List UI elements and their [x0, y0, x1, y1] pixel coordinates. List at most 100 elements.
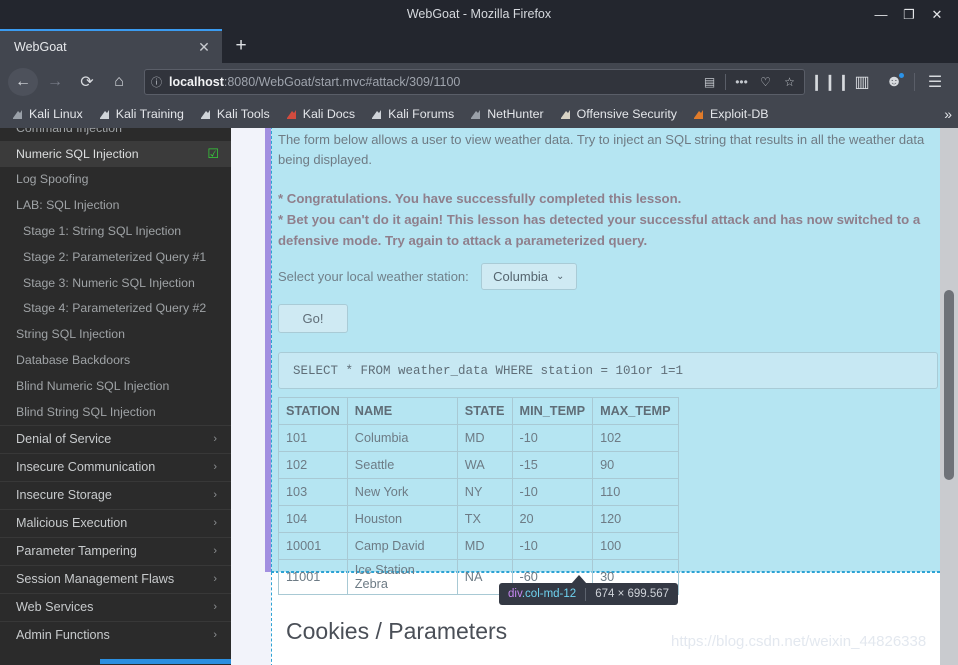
reload-icon[interactable]: ⟳: [72, 68, 102, 96]
sidebar-category-admin-functions[interactable]: Admin Functions ›: [0, 620, 231, 649]
chevron-right-icon: ›: [213, 545, 217, 558]
sidebar-category-denial-of-service[interactable]: Denial of Service ›: [0, 424, 231, 453]
page-vertical-scrollbar[interactable]: [940, 128, 958, 665]
sidebar-category-parameter-tampering[interactable]: Parameter Tampering ›: [0, 536, 231, 565]
minimize-icon[interactable]: —: [874, 8, 888, 21]
account-badge-dot: [899, 72, 904, 78]
table-row: 103 New York NY -10 110: [278, 478, 679, 506]
sidebar-category-label: Insecure Communication: [16, 460, 156, 475]
address-bar[interactable]: ⓘ localhost:8080/WebGoat/start.mvc#attac…: [144, 68, 805, 95]
bookmark-kali-training[interactable]: Kali Training: [91, 105, 191, 123]
sidebar-category-label: Denial of Service: [16, 432, 112, 447]
bookmark-kali-tools[interactable]: Kali Tools: [192, 105, 277, 123]
sidebar-lesson-blind-numeric-sql-injection[interactable]: Blind Numeric SQL Injection: [0, 373, 231, 399]
station-select-value: Columbia: [493, 269, 549, 284]
table-row: 102 Seattle WA -15 90: [278, 451, 679, 479]
sidebar-lesson-stage-3-numeric-sql-injection[interactable]: Stage 3: Numeric SQL Injection: [0, 270, 231, 296]
sidebar-category-insecure-storage[interactable]: Insecure Storage ›: [0, 480, 231, 509]
page-scroll-thumb[interactable]: [944, 290, 954, 480]
bookmark-nethunter[interactable]: NetHunter: [462, 105, 550, 123]
sidebar-lesson-label: Blind String SQL Injection: [16, 404, 156, 419]
tab-title: WebGoat: [14, 40, 67, 54]
bookmark-label: Kali Training: [115, 107, 184, 121]
window-titlebar: WebGoat - Mozilla Firefox — ❐ ✕: [0, 0, 958, 28]
bookmark-offensive-security[interactable]: Offensive Security: [552, 105, 684, 123]
sidebar-lesson-database-backdoors[interactable]: Database Backdoors: [0, 347, 231, 373]
bookmarks-overflow-icon[interactable]: »: [944, 106, 952, 122]
tooltip-tag: div: [508, 588, 522, 600]
bookmark-kali-linux[interactable]: Kali Linux: [4, 105, 90, 123]
bookmark-label: NetHunter: [487, 107, 544, 121]
table-row: 101 Columbia MD -10 102: [278, 424, 679, 452]
navigation-toolbar: ← → ⟳ ⌂ ⓘ localhost:8080/WebGoat/start.m…: [0, 63, 958, 100]
close-icon[interactable]: ✕: [930, 8, 944, 21]
tab-close-icon[interactable]: ✕: [196, 40, 212, 54]
library-icon[interactable]: ❙❙❙: [810, 68, 850, 96]
sidebar-lesson-lab-sql-injection[interactable]: LAB: SQL Injection: [0, 192, 231, 218]
table-cell-max_temp: 110: [592, 478, 679, 506]
back-icon[interactable]: ←: [8, 67, 38, 96]
sidebar-lesson-numeric-sql-injection[interactable]: Numeric SQL Injection ☑: [0, 140, 231, 167]
reader-mode-icon[interactable]: ▤: [701, 75, 718, 89]
home-icon[interactable]: ⌂: [104, 68, 134, 96]
sidebar-lesson-stage-2-parameterized-query-1[interactable]: Stage 2: Parameterized Query #1: [0, 244, 231, 270]
table-header-max_temp: MAX_TEMP: [592, 397, 679, 425]
sidebar-category-insecure-communication[interactable]: Insecure Communication ›: [0, 452, 231, 481]
sidebar-lesson-label: Log Spoofing: [16, 172, 89, 187]
bookmark-label: Kali Forums: [388, 107, 455, 121]
table-row: 10001 Camp David MD -10 100: [278, 532, 679, 560]
table-cell-max_temp: 90: [592, 451, 679, 479]
tab-webgoat[interactable]: WebGoat ✕: [0, 29, 222, 63]
browser-viewport: Command Injection Numeric SQL Injection ☑ L…: [0, 128, 958, 665]
maximize-icon[interactable]: ❐: [902, 8, 916, 21]
sidebar-lesson-stage-1-string-sql-injection[interactable]: Stage 1: String SQL Injection: [0, 218, 231, 244]
bookmark-star-icon[interactable]: ☆: [781, 75, 798, 89]
table-cell-name: Columbia: [346, 424, 458, 452]
table-cell-station: 11001: [278, 559, 348, 595]
table-cell-min_temp: 20: [511, 505, 594, 533]
table-header-station: STATION: [278, 397, 348, 425]
sidebar-category-session-management-flaws[interactable]: Session Management Flaws ›: [0, 564, 231, 593]
url-path: :8080/WebGoat/start.mvc#attack/309/1100: [223, 74, 461, 89]
table-cell-state: NY: [456, 478, 513, 506]
bookmark-exploit-db[interactable]: Exploit-DB: [685, 105, 776, 123]
bookmarks-toolbar: Kali Linux Kali Training Kali Tools Kali Do…: [0, 100, 958, 128]
app-menu-icon[interactable]: ☰: [920, 68, 950, 96]
lesson-sidebar[interactable]: Command Injection Numeric SQL Injection ☑ L…: [0, 128, 231, 665]
sidebar-lesson-log-spoofing[interactable]: Log Spoofing: [0, 167, 231, 193]
bookmark-label: Kali Tools: [216, 107, 270, 121]
station-select[interactable]: Columbia ⌄: [480, 263, 577, 290]
new-tab-button[interactable]: +: [222, 29, 260, 63]
sidebar-lesson-string-sql-injection[interactable]: String SQL Injection: [0, 321, 231, 347]
sidebar-lesson-stage-4-parameterized-query-2[interactable]: Stage 4: Parameterized Query #2: [0, 296, 231, 322]
go-button[interactable]: Go!: [278, 304, 348, 333]
sidebar-category-label: Web Services: [16, 600, 94, 615]
toolbar-divider: [914, 72, 915, 91]
account-icon[interactable]: ☻: [879, 68, 909, 96]
tab-strip: WebGoat ✕ +: [0, 28, 958, 63]
sidebar-lesson-command-injection[interactable]: Command Injection: [0, 128, 231, 141]
bookmark-kali-forums[interactable]: Kali Forums: [363, 105, 461, 123]
table-cell-station: 10001: [278, 532, 348, 560]
sidebar-horizontal-scrollbar[interactable]: [0, 658, 270, 665]
chevron-right-icon: ›: [213, 489, 217, 502]
site-info-icon[interactable]: ⓘ: [151, 74, 162, 90]
sql-query-display: SELECT * FROM weather_data WHERE station…: [278, 352, 938, 389]
bookmark-kali-docs[interactable]: Kali Docs: [278, 105, 362, 123]
watermark-text: https://blog.csdn.net/weixin_44826338: [671, 633, 927, 650]
pocket-icon[interactable]: ♡: [757, 75, 774, 89]
table-cell-name: Houston: [346, 505, 458, 533]
page-actions-icon[interactable]: •••: [733, 75, 750, 89]
sidebar-lesson-blind-string-sql-injection[interactable]: Blind String SQL Injection: [0, 399, 231, 425]
chevron-down-icon: ⌄: [556, 271, 565, 282]
sidebar-category-malicious-execution[interactable]: Malicious Execution ›: [0, 508, 231, 537]
sidebar-category-label: Insecure Storage: [16, 488, 112, 503]
sidebar-category-web-services[interactable]: Web Services ›: [0, 592, 231, 621]
forward-icon[interactable]: →: [40, 68, 70, 96]
lesson-success-line-1: * Congratulations. You have successfully…: [278, 191, 682, 206]
sidebar-category-label: Parameter Tampering: [16, 544, 137, 559]
sidebar-category-label: Admin Functions: [16, 628, 110, 643]
table-cell-name: Seattle: [346, 451, 458, 479]
sidebar-toggle-icon[interactable]: ▥: [847, 68, 877, 96]
